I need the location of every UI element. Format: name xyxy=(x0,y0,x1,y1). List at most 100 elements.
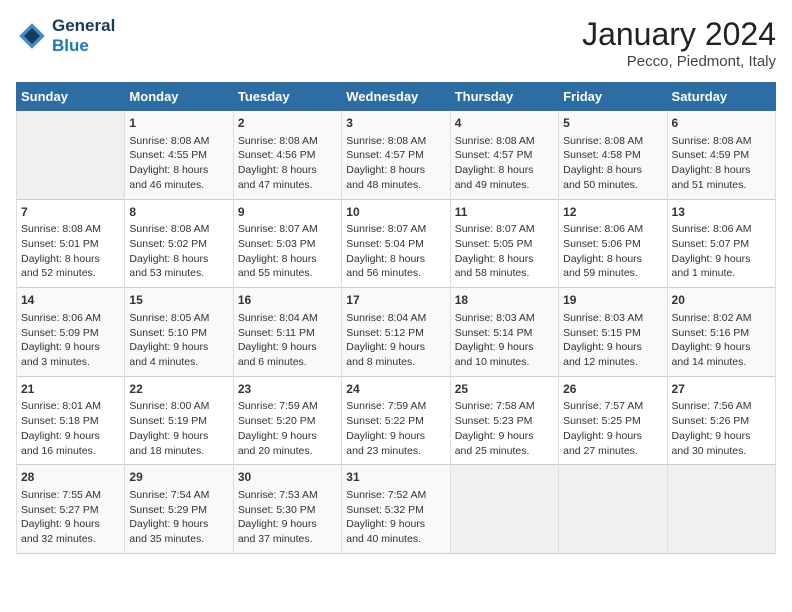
calendar-cell: 12Sunrise: 8:06 AM Sunset: 5:06 PM Dayli… xyxy=(559,199,667,288)
calendar-cell: 6 Sunrise: 8:08 AM Sunset: 4:59 PM Daylig… xyxy=(667,111,775,200)
calendar-cell: 3 Sunrise: 8:08 AM Sunset: 4:57 PM Daylig… xyxy=(342,111,450,200)
day-info: Sunrise: 7:54 AM Sunset: 5:29 PM Dayligh… xyxy=(129,488,228,547)
day-number: 3 xyxy=(346,115,445,132)
calendar-cell xyxy=(559,465,667,554)
calendar-cell: 11Sunrise: 8:07 AM Sunset: 5:05 PM Dayli… xyxy=(450,199,558,288)
calendar-cell: 15 Sunrise: 8:05 AM Sunset: 5:10 PM Dayli… xyxy=(125,288,233,377)
day-info: Sunrise: 8:08 AM Sunset: 5:02 PM Dayligh… xyxy=(129,222,228,281)
week-row: 7Sunrise: 8:08 AM Sunset: 5:01 PM Daylig… xyxy=(17,199,776,288)
calendar-cell xyxy=(17,111,125,200)
day-number: 8 xyxy=(129,204,228,221)
day-info: Sunrise: 8:08 AM Sunset: 4:56 PM Dayligh… xyxy=(238,134,337,193)
day-number: 20 xyxy=(672,292,771,309)
day-number: 27 xyxy=(672,381,771,398)
month-title: January 2024 xyxy=(582,16,776,53)
day-number: 15 xyxy=(129,292,228,309)
calendar-cell: 21Sunrise: 8:01 AM Sunset: 5:18 PM Dayli… xyxy=(17,376,125,465)
day-info: Sunrise: 8:08 AM Sunset: 4:57 PM Dayligh… xyxy=(455,134,554,193)
calendar-cell: 7Sunrise: 8:08 AM Sunset: 5:01 PM Daylig… xyxy=(17,199,125,288)
col-header-tuesday: Tuesday xyxy=(233,83,341,111)
day-number: 29 xyxy=(129,469,228,486)
day-number: 25 xyxy=(455,381,554,398)
week-row: 21Sunrise: 8:01 AM Sunset: 5:18 PM Dayli… xyxy=(17,376,776,465)
calendar-cell: 16Sunrise: 8:04 AM Sunset: 5:11 PM Dayli… xyxy=(233,288,341,377)
col-header-saturday: Saturday xyxy=(667,83,775,111)
day-number: 5 xyxy=(563,115,662,132)
day-number: 16 xyxy=(238,292,337,309)
day-number: 4 xyxy=(455,115,554,132)
calendar-cell: 31Sunrise: 7:52 AM Sunset: 5:32 PM Dayli… xyxy=(342,465,450,554)
calendar-cell: 18 Sunrise: 8:03 AM Sunset: 5:14 PM Dayli… xyxy=(450,288,558,377)
day-number: 21 xyxy=(21,381,120,398)
day-info: Sunrise: 8:07 AM Sunset: 5:05 PM Dayligh… xyxy=(455,222,554,281)
location-title: Pecco, Piedmont, Italy xyxy=(582,53,776,70)
day-number: 19 xyxy=(563,292,662,309)
day-number: 28 xyxy=(21,469,120,486)
day-info: Sunrise: 8:06 AM Sunset: 5:09 PM Dayligh… xyxy=(21,311,120,370)
day-number: 18 xyxy=(455,292,554,309)
day-number: 12 xyxy=(563,204,662,221)
day-info: Sunrise: 8:08 AM Sunset: 5:01 PM Dayligh… xyxy=(21,222,120,281)
week-row: 1 Sunrise: 8:08 AM Sunset: 4:55 PM Daylig… xyxy=(17,111,776,200)
day-info: Sunrise: 8:03 AM Sunset: 5:14 PM Dayligh… xyxy=(455,311,554,370)
week-row: 28Sunrise: 7:55 AM Sunset: 5:27 PM Dayli… xyxy=(17,465,776,554)
calendar-cell: 22Sunrise: 8:00 AM Sunset: 5:19 PM Dayli… xyxy=(125,376,233,465)
calendar-cell: 4 Sunrise: 8:08 AM Sunset: 4:57 PM Daylig… xyxy=(450,111,558,200)
day-info: Sunrise: 7:57 AM Sunset: 5:25 PM Dayligh… xyxy=(563,399,662,458)
calendar-cell: 5 Sunrise: 8:08 AM Sunset: 4:58 PM Daylig… xyxy=(559,111,667,200)
day-number: 30 xyxy=(238,469,337,486)
day-info: Sunrise: 8:08 AM Sunset: 4:58 PM Dayligh… xyxy=(563,134,662,193)
logo-icon xyxy=(16,20,48,52)
day-info: Sunrise: 8:08 AM Sunset: 4:57 PM Dayligh… xyxy=(346,134,445,193)
calendar-table: SundayMondayTuesdayWednesdayThursdayFrid… xyxy=(16,82,776,554)
logo-general: General xyxy=(52,16,115,36)
calendar-cell: 23Sunrise: 7:59 AM Sunset: 5:20 PM Dayli… xyxy=(233,376,341,465)
day-info: Sunrise: 8:07 AM Sunset: 5:03 PM Dayligh… xyxy=(238,222,337,281)
calendar-cell: 24Sunrise: 7:59 AM Sunset: 5:22 PM Dayli… xyxy=(342,376,450,465)
calendar-cell: 30 Sunrise: 7:53 AM Sunset: 5:30 PM Dayli… xyxy=(233,465,341,554)
calendar-cell: 29 Sunrise: 7:54 AM Sunset: 5:29 PM Dayli… xyxy=(125,465,233,554)
calendar-cell: 20Sunrise: 8:02 AM Sunset: 5:16 PM Dayli… xyxy=(667,288,775,377)
logo: General Blue xyxy=(16,16,115,55)
day-number: 7 xyxy=(21,204,120,221)
day-info: Sunrise: 8:06 AM Sunset: 5:07 PM Dayligh… xyxy=(672,222,771,281)
day-info: Sunrise: 8:08 AM Sunset: 4:59 PM Dayligh… xyxy=(672,134,771,193)
day-info: Sunrise: 8:05 AM Sunset: 5:10 PM Dayligh… xyxy=(129,311,228,370)
day-info: Sunrise: 7:58 AM Sunset: 5:23 PM Dayligh… xyxy=(455,399,554,458)
calendar-cell: 1 Sunrise: 8:08 AM Sunset: 4:55 PM Daylig… xyxy=(125,111,233,200)
calendar-cell xyxy=(450,465,558,554)
day-number: 2 xyxy=(238,115,337,132)
calendar-cell: 28Sunrise: 7:55 AM Sunset: 5:27 PM Dayli… xyxy=(17,465,125,554)
day-info: Sunrise: 8:00 AM Sunset: 5:19 PM Dayligh… xyxy=(129,399,228,458)
day-info: Sunrise: 7:52 AM Sunset: 5:32 PM Dayligh… xyxy=(346,488,445,547)
col-header-thursday: Thursday xyxy=(450,83,558,111)
calendar-cell: 2 Sunrise: 8:08 AM Sunset: 4:56 PM Daylig… xyxy=(233,111,341,200)
calendar-cell: 8Sunrise: 8:08 AM Sunset: 5:02 PM Daylig… xyxy=(125,199,233,288)
day-number: 13 xyxy=(672,204,771,221)
day-number: 10 xyxy=(346,204,445,221)
calendar-cell: 17Sunrise: 8:04 AM Sunset: 5:12 PM Dayli… xyxy=(342,288,450,377)
calendar-cell: 27Sunrise: 7:56 AM Sunset: 5:26 PM Dayli… xyxy=(667,376,775,465)
day-number: 6 xyxy=(672,115,771,132)
day-number: 9 xyxy=(238,204,337,221)
calendar-cell: 13Sunrise: 8:06 AM Sunset: 5:07 PM Dayli… xyxy=(667,199,775,288)
day-info: Sunrise: 7:56 AM Sunset: 5:26 PM Dayligh… xyxy=(672,399,771,458)
day-info: Sunrise: 7:59 AM Sunset: 5:22 PM Dayligh… xyxy=(346,399,445,458)
day-info: Sunrise: 8:01 AM Sunset: 5:18 PM Dayligh… xyxy=(21,399,120,458)
day-info: Sunrise: 8:08 AM Sunset: 4:55 PM Dayligh… xyxy=(129,134,228,193)
day-number: 22 xyxy=(129,381,228,398)
day-info: Sunrise: 7:59 AM Sunset: 5:20 PM Dayligh… xyxy=(238,399,337,458)
calendar-cell: 9Sunrise: 8:07 AM Sunset: 5:03 PM Daylig… xyxy=(233,199,341,288)
day-number: 17 xyxy=(346,292,445,309)
title-block: January 2024 Pecco, Piedmont, Italy xyxy=(582,16,776,70)
page-header: General Blue January 2024 Pecco, Piedmon… xyxy=(16,16,776,70)
col-header-friday: Friday xyxy=(559,83,667,111)
day-number: 1 xyxy=(129,115,228,132)
calendar-cell: 19 Sunrise: 8:03 AM Sunset: 5:15 PM Dayli… xyxy=(559,288,667,377)
calendar-cell: 10Sunrise: 8:07 AM Sunset: 5:04 PM Dayli… xyxy=(342,199,450,288)
day-info: Sunrise: 7:53 AM Sunset: 5:30 PM Dayligh… xyxy=(238,488,337,547)
week-row: 14Sunrise: 8:06 AM Sunset: 5:09 PM Dayli… xyxy=(17,288,776,377)
day-info: Sunrise: 8:03 AM Sunset: 5:15 PM Dayligh… xyxy=(563,311,662,370)
day-number: 24 xyxy=(346,381,445,398)
calendar-cell: 26Sunrise: 7:57 AM Sunset: 5:25 PM Dayli… xyxy=(559,376,667,465)
